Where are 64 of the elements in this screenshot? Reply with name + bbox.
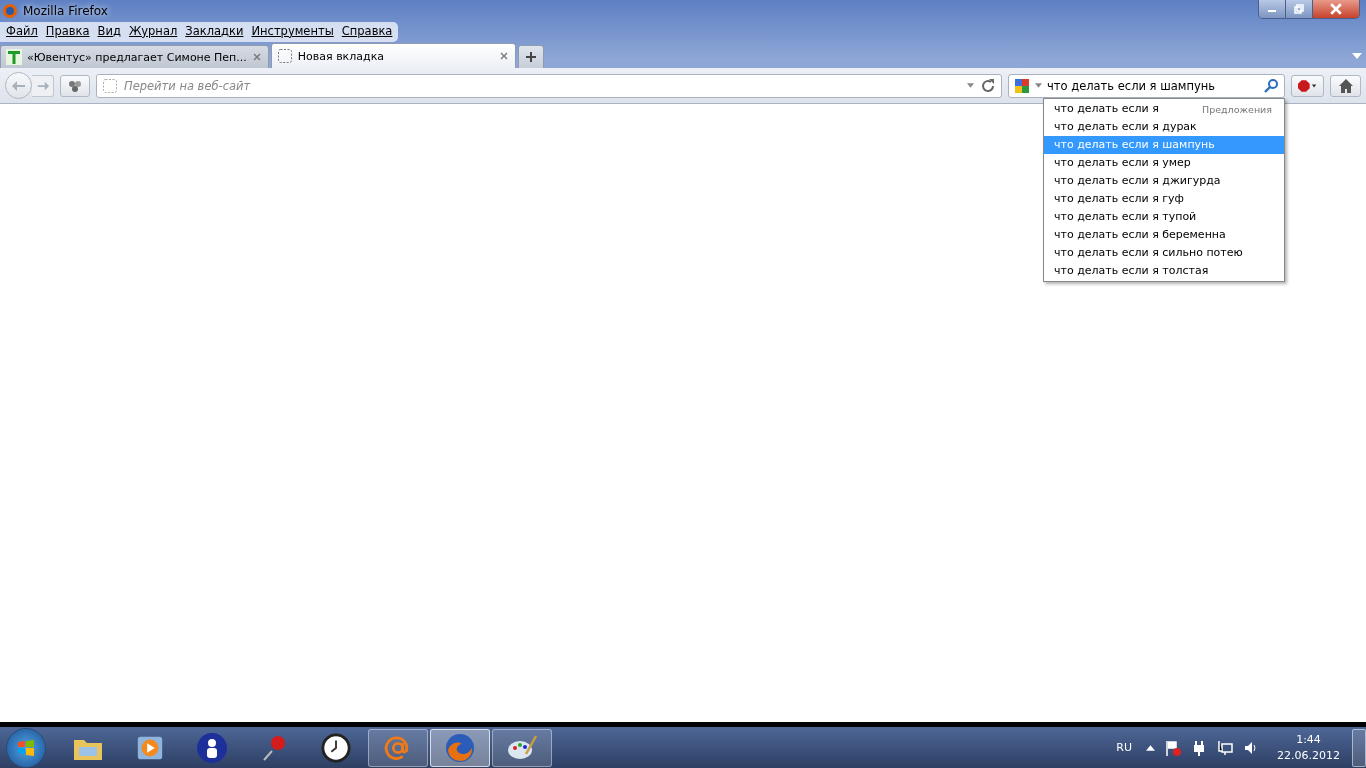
menu-item[interactable]: Справка <box>337 22 397 42</box>
close-button[interactable] <box>1313 0 1359 18</box>
home-button[interactable] <box>1330 74 1361 97</box>
menu-item[interactable]: Правка <box>41 22 94 42</box>
suggestion-item[interactable]: что делать если я дурак <box>1044 118 1284 136</box>
up-arrow-icon[interactable] <box>1146 744 1155 751</box>
menu-item[interactable]: Вид <box>93 22 125 42</box>
suggestion-item[interactable]: что делать если я <box>1044 100 1159 118</box>
browser-tab[interactable]: Новая вкладка <box>270 43 516 68</box>
stop-sign-icon <box>1298 77 1317 94</box>
search-icon[interactable] <box>1263 77 1279 94</box>
network-icon[interactable] <box>1217 739 1233 756</box>
clock-date[interactable]: 22.06.2012 <box>1277 747 1340 764</box>
restore-icon <box>1294 4 1304 14</box>
close-tab-icon[interactable] <box>498 51 509 61</box>
restore-button[interactable] <box>1286 0 1313 18</box>
power-plug-icon[interactable] <box>1191 739 1207 756</box>
suggestion-item[interactable]: что делать если я сильно потею <box>1044 244 1284 262</box>
person-icon <box>196 731 228 764</box>
show-desktop-button[interactable] <box>1352 728 1366 767</box>
flag-icon[interactable] <box>1165 739 1181 756</box>
plus-icon <box>524 51 537 63</box>
window-title: Mozilla Firefox <box>23 4 108 18</box>
tab-title: Новая вкладка <box>297 49 386 63</box>
windows-logo-icon <box>16 737 36 758</box>
blank-page-icon <box>102 77 118 94</box>
start-button[interactable] <box>6 727 46 768</box>
menu-item[interactable]: Инструменты <box>247 22 338 42</box>
search-bar[interactable]: что делать если я шампунь <box>1008 73 1285 98</box>
dropdown-arrow-icon[interactable] <box>967 83 974 88</box>
address-bar[interactable]: Перейти на веб-сайт <box>96 73 1002 98</box>
menu-item[interactable]: Файл <box>2 22 42 42</box>
home-icon <box>1337 77 1354 94</box>
search-field[interactable]: что делать если я шампунь <box>1047 78 1258 93</box>
suggestion-item[interactable]: что делать если я умер <box>1044 154 1284 172</box>
panorama-button[interactable] <box>60 74 90 97</box>
clock-time[interactable]: 1:44 <box>1296 731 1321 748</box>
new-tab-button[interactable] <box>517 45 544 68</box>
clock-icon <box>321 732 351 763</box>
tab-title: «Ювентус» предлагает Симоне Пеп... <box>27 50 247 64</box>
taskbar-firefox-button[interactable] <box>430 728 490 767</box>
blank-page-icon <box>276 48 293 64</box>
suggestion-item[interactable]: что делать если я гуф <box>1044 190 1284 208</box>
firefox-logo-icon <box>444 731 476 764</box>
minimize-button[interactable] <box>1259 0 1286 18</box>
suggestion-item[interactable]: что делать если я беременна <box>1044 226 1284 244</box>
adblock-button[interactable] <box>1291 74 1324 97</box>
google-logo-icon[interactable] <box>1014 77 1030 94</box>
suggestion-item[interactable]: что делать если я толстая <box>1044 262 1284 280</box>
language-indicator[interactable]: RU <box>1116 741 1132 754</box>
reload-icon[interactable] <box>980 77 996 94</box>
browser-tab[interactable]: «Ювентус» предлагает Симоне Пеп... <box>0 45 269 68</box>
suggestions-header: Предложения <box>1202 103 1272 115</box>
menu-item[interactable]: Журнал <box>124 22 182 42</box>
taskbar-paint-button[interactable] <box>492 728 552 767</box>
close-tab-icon[interactable] <box>251 52 262 62</box>
close-icon <box>1330 3 1342 15</box>
suggestion-item[interactable]: что делать если я джигурда <box>1044 172 1284 190</box>
dropdown-arrow-icon[interactable] <box>1035 83 1042 88</box>
address-field[interactable]: Перейти на веб-сайт <box>124 78 961 93</box>
firefox-logo-icon <box>2 3 18 19</box>
menu-item[interactable]: Закладки <box>181 22 248 42</box>
suggestion-item[interactable]: что делать если я тупой <box>1044 208 1284 226</box>
letter-t-favicon-icon <box>6 49 22 65</box>
